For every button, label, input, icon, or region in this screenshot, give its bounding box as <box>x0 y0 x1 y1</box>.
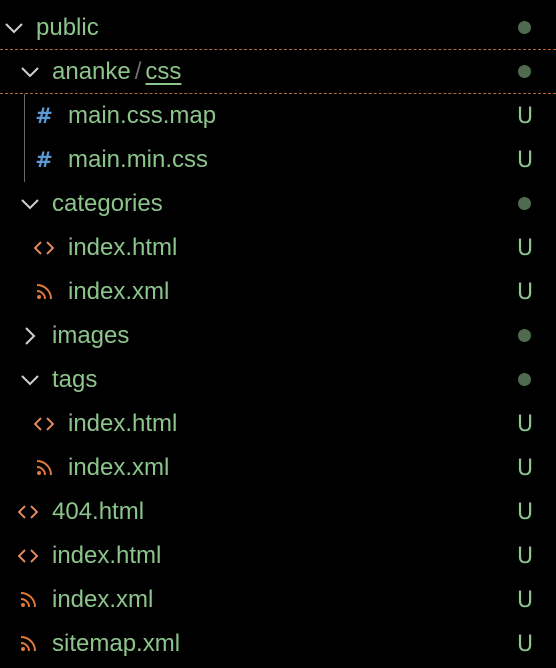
file-label: sitemap.xml <box>52 630 181 657</box>
file-categories-index-xml[interactable]: index.xml U <box>0 270 556 314</box>
file-sitemap-xml[interactable]: sitemap.xml U <box>0 622 556 666</box>
file-main-css-map[interactable]: # main.css.map U <box>0 94 556 138</box>
file-label: index.xml <box>68 278 170 305</box>
modified-status-dot <box>518 373 531 386</box>
modified-status-dot <box>518 329 531 342</box>
rss-icon <box>18 578 38 622</box>
rss-icon <box>34 270 54 314</box>
folder-label: images <box>52 322 130 349</box>
untracked-status: U <box>516 632 534 657</box>
untracked-status: U <box>516 412 534 437</box>
folder-label: categories <box>52 190 163 217</box>
folder-public[interactable]: public <box>0 6 556 50</box>
html-file-icon <box>34 226 54 270</box>
html-file-icon <box>18 490 38 534</box>
folder-ananke-css[interactable]: ananke / css <box>0 50 556 94</box>
untracked-status: U <box>516 588 534 613</box>
untracked-status: U <box>516 236 534 261</box>
path-separator: / <box>134 58 142 85</box>
file-label: index.html <box>68 410 178 437</box>
untracked-status: U <box>516 500 534 525</box>
css-file-icon: # <box>35 148 53 172</box>
file-label: index.xml <box>52 586 154 613</box>
untracked-status: U <box>516 280 534 305</box>
folder-segment-ananke[interactable]: ananke <box>52 58 131 85</box>
chevron-down-icon[interactable] <box>20 182 40 226</box>
modified-status-dot <box>518 65 531 78</box>
folder-label: tags <box>52 366 98 393</box>
css-file-icon: # <box>35 104 53 128</box>
untracked-status: U <box>516 456 534 481</box>
file-label: main.css.map <box>68 102 217 129</box>
file-label: index.xml <box>68 454 170 481</box>
file-categories-index-html[interactable]: index.html U <box>0 226 556 270</box>
file-label: index.html <box>52 542 162 569</box>
html-file-icon <box>18 534 38 578</box>
chevron-down-icon[interactable] <box>4 6 24 50</box>
folder-label: public <box>36 14 99 41</box>
folder-categories[interactable]: categories <box>0 182 556 226</box>
folder-segment-css[interactable]: css <box>145 58 181 85</box>
compact-folder-breadcrumb: ananke / css <box>52 50 181 94</box>
chevron-down-icon[interactable] <box>20 50 40 94</box>
chevron-down-icon[interactable] <box>20 358 40 402</box>
untracked-status: U <box>516 148 534 173</box>
file-404-html[interactable]: 404.html U <box>0 490 556 534</box>
rss-icon <box>34 446 54 490</box>
rss-icon <box>18 622 38 666</box>
chevron-right-icon[interactable] <box>20 314 40 358</box>
untracked-status: U <box>516 544 534 569</box>
file-main-min-css[interactable]: # main.min.css U <box>0 138 556 182</box>
file-tags-index-html[interactable]: index.html U <box>0 402 556 446</box>
modified-status-dot <box>518 21 531 34</box>
file-label: 404.html <box>52 498 145 525</box>
modified-status-dot <box>518 197 531 210</box>
file-explorer-tree: public ananke / css # main.css.map U # mai… <box>0 0 556 668</box>
file-index-html[interactable]: index.html U <box>0 534 556 578</box>
folder-images[interactable]: images <box>0 314 556 358</box>
file-tags-index-xml[interactable]: index.xml U <box>0 446 556 490</box>
html-file-icon <box>34 402 54 446</box>
folder-tags[interactable]: tags <box>0 358 556 402</box>
file-index-xml[interactable]: index.xml U <box>0 578 556 622</box>
file-label: main.min.css <box>68 146 209 173</box>
file-label: index.html <box>68 234 178 261</box>
untracked-status: U <box>516 104 534 129</box>
